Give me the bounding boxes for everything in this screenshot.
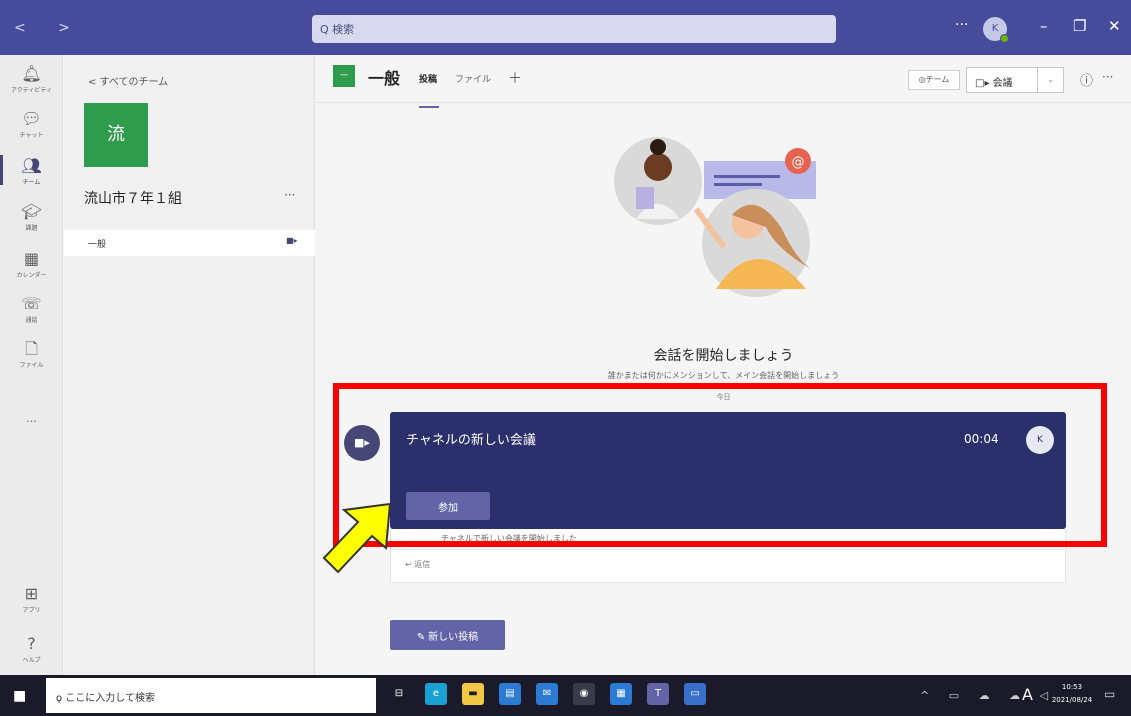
tab-posts[interactable]: 投稿 [419,72,437,85]
rail-label: チーム [22,179,41,186]
welcome-title: 会話を開始しましょう [653,348,794,364]
presence-status-icon [1000,34,1009,43]
team-panel: < すべてのチーム 流 流山市７年１組 ··· 一般 ■▸ [64,55,315,675]
clock-date: 2021/08/24 [1051,696,1093,704]
edge-icon[interactable]: e [425,683,447,705]
meeting-card: チャネルの新しい会議 00:04 K 参加 [390,412,1066,529]
more-options-icon[interactable]: ··· [955,17,968,33]
teams-app-icon[interactable]: T [647,683,669,705]
calendar-icon: ▦ [23,249,40,268]
restore-button[interactable]: ❐ [1073,17,1086,35]
new-post-button[interactable]: ✎ 新しい投稿 [390,620,505,650]
rail-item-activity[interactable]: 🔔︎ アクティビティ [0,64,63,95]
rail-item-apps[interactable]: ⊞ アプリ [0,584,63,615]
task-view-icon[interactable]: ⊟ [388,683,410,705]
channel-name: 一般 [88,240,107,250]
rail-label: ファイル [19,362,44,369]
channel-item-general[interactable]: 一般 ■▸ [64,230,315,256]
rail-item-help[interactable]: ? ヘルプ [0,634,63,665]
team-button[interactable]: ◎チーム [908,70,960,90]
rail-label: アクティビティ [11,87,52,94]
camera-icon[interactable]: ◉ [573,683,595,705]
whiteboard-icon[interactable]: ▭ [684,683,706,705]
rail-item-teams[interactable]: 👥︎ チーム [0,155,63,186]
welcome-subtitle: 誰かまたは何かにメンションして、メイン会話を開始しましょう [607,371,840,380]
channel-avatar: 一 [333,65,355,87]
channel-main: 一 一般 投稿 ファイル ＋ ◎チーム □▸ 会議 ⌄ ⓘ ··· @ 会話を開… [316,55,1131,675]
meet-dropdown-icon[interactable]: ⌄ [1038,67,1064,93]
rail-label: カレンダー [16,272,47,279]
rail-item-more[interactable]: ··· [0,413,63,431]
channel-title: 一般 [368,69,401,88]
video-camera-icon: ■▸ [286,236,298,245]
meet-button[interactable]: □▸ 会議 [966,67,1038,93]
rail-item-calendar[interactable]: ▦ カレンダー [0,249,63,280]
search-input[interactable]: Q 検索 [312,15,836,43]
calendar-app-icon[interactable]: ▦ [610,683,632,705]
taskbar-search-input[interactable]: ϙ ここに入力して検索 [46,678,376,713]
phone-icon: ☏ [21,294,42,313]
windows-taskbar: ■ ϙ ここに入力して検索 ⊟ e ▬ ▤ ✉ ◉ ▦ T ▭ ^ ▭ ☁ ☁ ◁ A 10:5… [0,675,1131,716]
assignments-icon: 🎓︎ [21,202,42,221]
notification-icon[interactable]: ▭ [1104,687,1115,701]
reply-button[interactable]: ↩ 返信 [405,559,430,570]
team-more-icon[interactable]: ··· [284,188,295,202]
rail-label: 課題 [25,225,38,232]
system-tray-icons[interactable]: ^ ▭ ☁ ☁ ◁ [920,689,1056,702]
store-icon[interactable]: ▤ [499,683,521,705]
rail-label: 通話 [25,317,38,324]
file-icon: 🗋 [25,339,38,358]
close-button[interactable]: ✕ [1108,17,1121,35]
meeting-started-text: チャネルで新しい会議を開始しました [441,534,577,543]
team-avatar: 流 [84,103,148,167]
rail-label: チャット [19,132,44,139]
join-button[interactable]: 参加 [406,492,490,520]
windows-start-icon[interactable]: ■ [13,688,26,704]
back-forward-icon[interactable]: < > [14,20,84,36]
date-divider: 今日 [716,393,731,401]
video-camera-icon: ■▸ [344,425,380,461]
mail-icon[interactable]: ✉ [536,683,558,705]
tab-files[interactable]: ファイル [455,72,491,85]
rail-label: ヘルプ [22,657,41,664]
all-teams-link[interactable]: < すべてのチーム [88,73,168,88]
team-name: 流山市７年１組 [84,191,182,207]
welcome-illustration: @ [614,137,816,297]
help-icon: ? [27,634,36,653]
svg-text:@: @ [792,155,805,170]
channel-header: 一 一般 投稿 ファイル ＋ ◎チーム □▸ 会議 ⌄ ⓘ ··· [316,55,1131,103]
rail-item-chat[interactable]: 💬︎ チャット [0,109,63,140]
divider [391,549,1067,550]
chat-icon: 💬︎ [21,109,42,128]
profile-avatar[interactable]: K [983,17,1009,43]
meeting-duration: 00:04 [964,432,999,446]
bell-icon: 🔔︎ [21,64,42,83]
explorer-icon[interactable]: ▬ [462,683,484,705]
rail-label: アプリ [22,607,41,614]
app-rail: 🔔︎ アクティビティ 💬︎ チャット 👥︎ チーム 🎓︎ 課題 ▦ カレンダー … [0,55,63,675]
rail-item-calls[interactable]: ☏ 通話 [0,294,63,325]
ime-indicator[interactable]: A [1022,685,1033,704]
more-icon: ··· [26,415,37,428]
add-tab-icon[interactable]: ＋ [508,68,522,88]
active-tab-indicator [419,106,439,108]
clock-time: 10:53 [1061,683,1083,691]
avatar-initial: K [991,23,999,34]
info-icon[interactable]: ⓘ [1080,70,1093,89]
title-bar: < > Q 検索 ··· K – ❐ ✕ [0,0,1131,55]
clock[interactable]: 10:53 2021/08/24 [1047,681,1097,707]
rail-item-assignments[interactable]: 🎓︎ 課題 [0,202,63,233]
meeting-card-footer: チャネルで新しい会議を開始しました ↩ 返信 [390,529,1067,583]
meeting-title: チャネルの新しい会議 [406,433,536,448]
minimize-button[interactable]: – [1040,17,1048,35]
more-options-icon[interactable]: ··· [1102,70,1113,84]
rail-item-files[interactable]: 🗋 ファイル [0,339,63,370]
teams-icon: 👥︎ [21,156,42,175]
apps-icon: ⊞ [24,584,39,603]
participant-avatar: K [1026,426,1054,454]
